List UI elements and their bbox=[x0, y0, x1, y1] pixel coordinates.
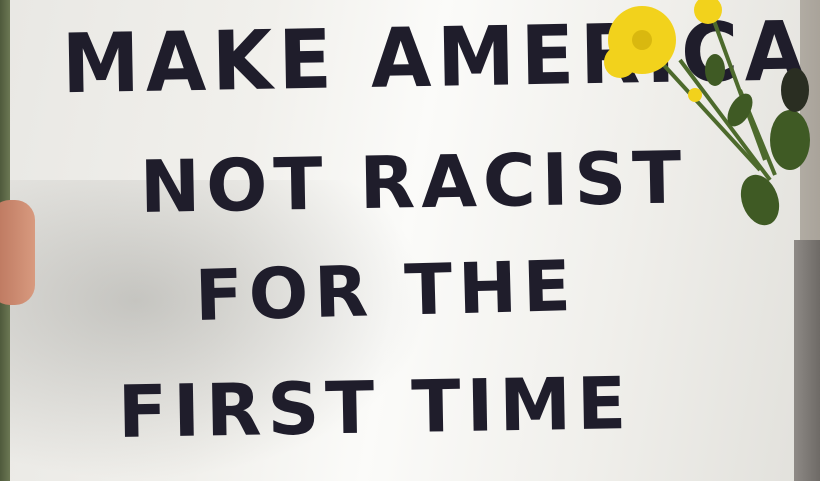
leg bbox=[794, 240, 820, 481]
hand bbox=[0, 200, 35, 305]
sign-line-4: FIRST TIME bbox=[117, 361, 633, 454]
flower-bouquet bbox=[604, 0, 810, 226]
sign-line-3: FOR THE bbox=[193, 245, 578, 337]
